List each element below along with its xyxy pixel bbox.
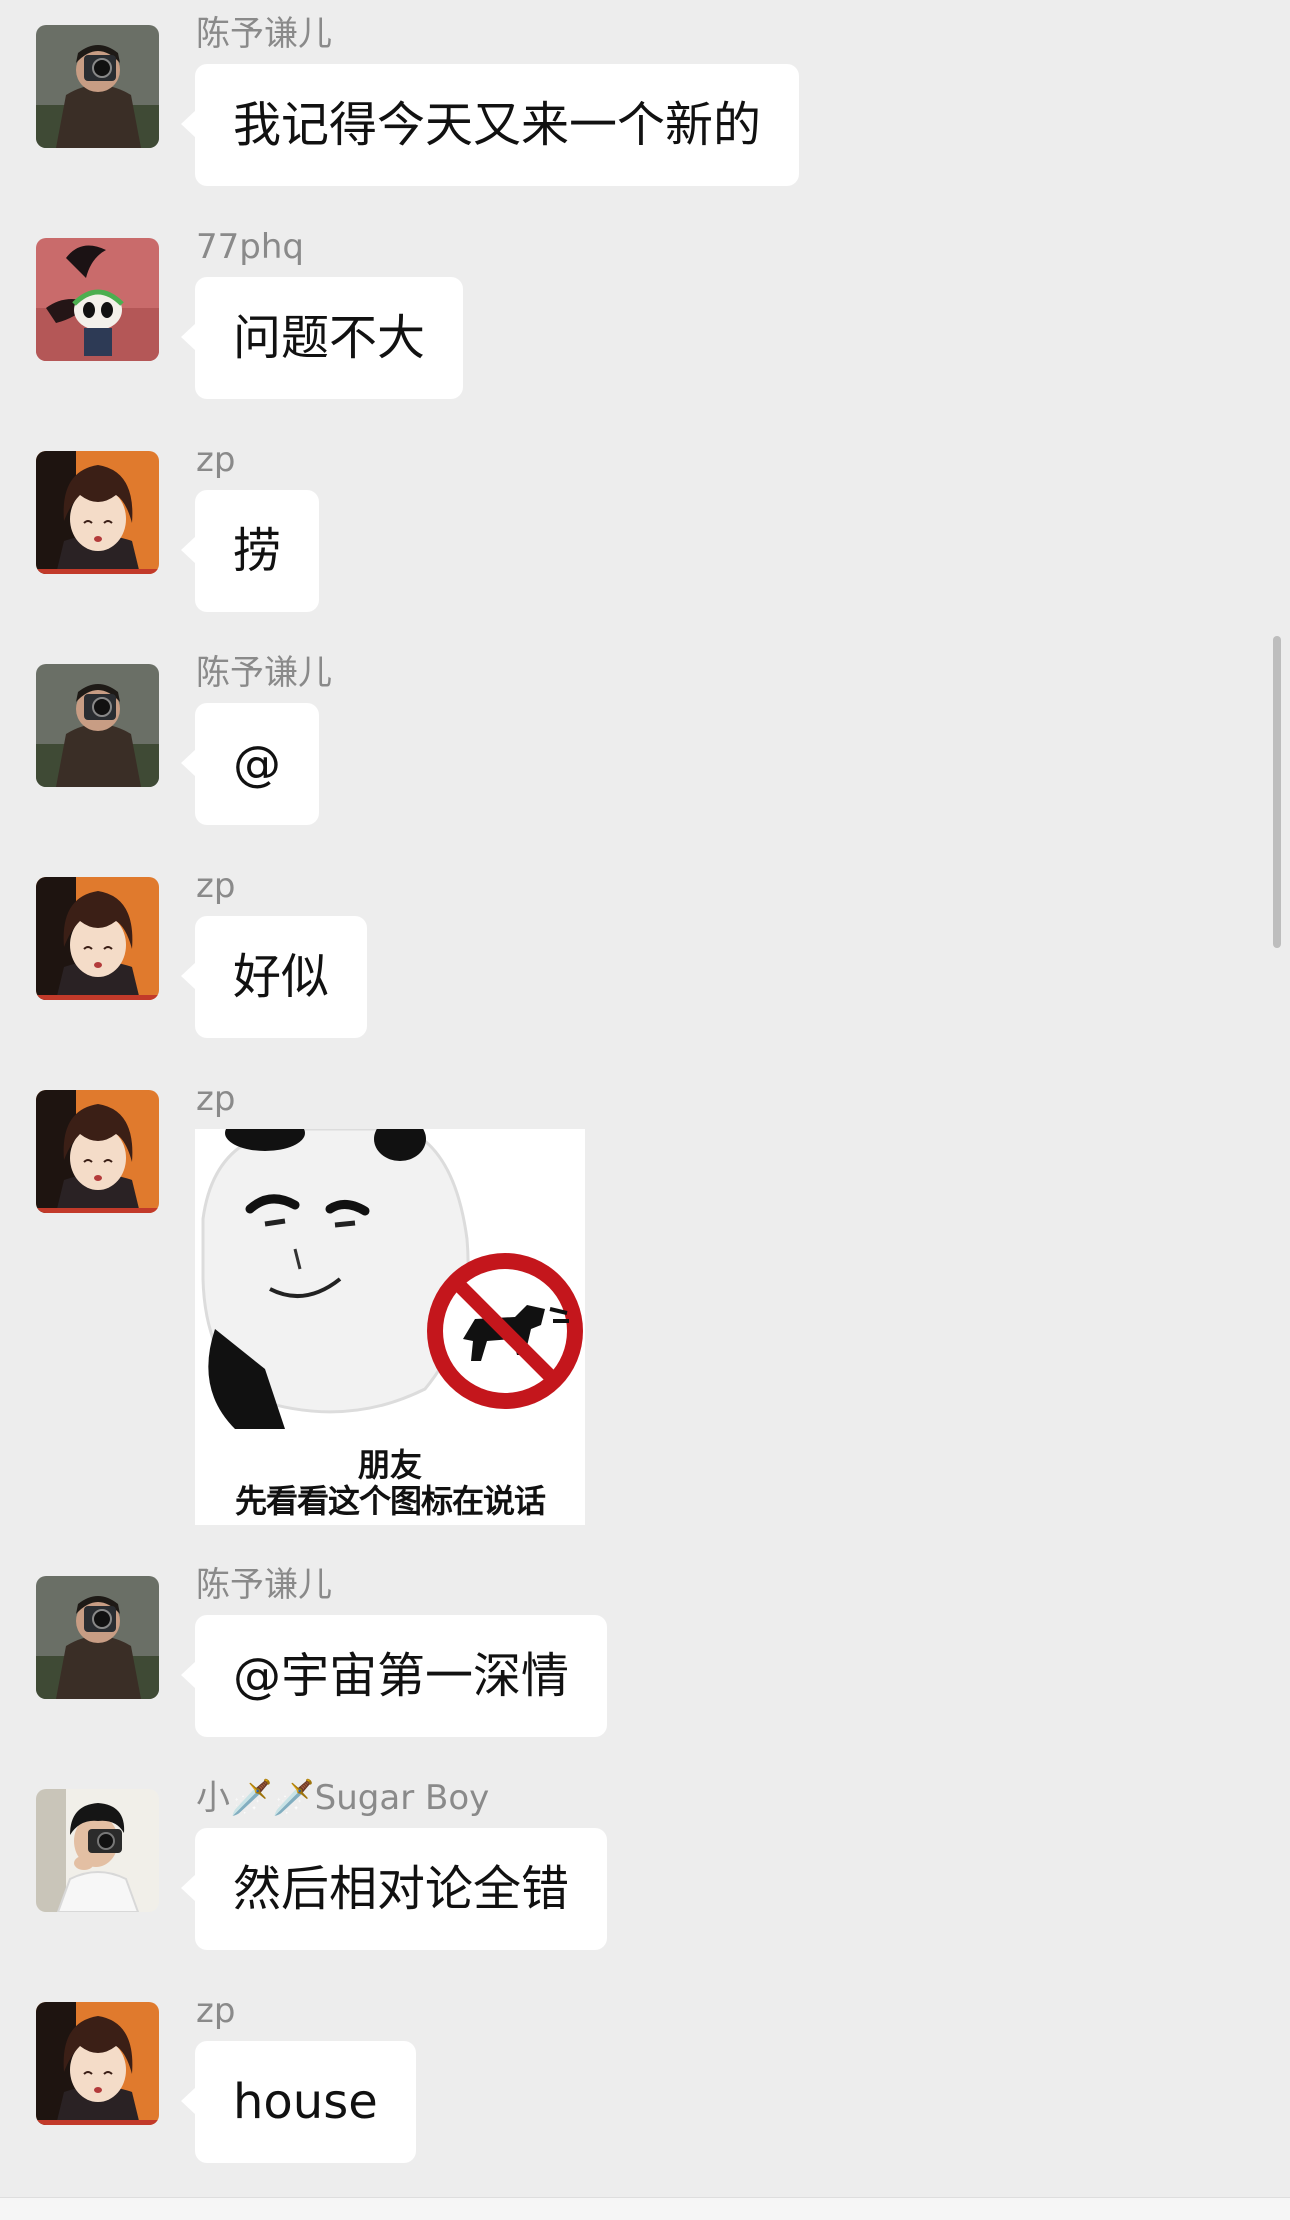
message-bubble[interactable]: 问题不大 [180,277,464,399]
message-bubble[interactable]: @宇宙第一深情 [180,1615,608,1737]
avatar[interactable] [36,1576,159,1699]
sender-name: zp [196,1079,236,1119]
sender-name: 陈予谦儿 [196,1565,332,1605]
sender-name: zp [196,866,236,906]
chat-message-list[interactable]: 陈予谦儿 我记得今天又来一个新的 77phq 问题不大 zp 捞 陈予谦儿 @ … [0,0,1290,2220]
avatar[interactable] [36,877,159,1000]
avatar[interactable] [36,664,159,787]
sender-name: 陈予谦儿 [196,14,332,54]
message-bubble[interactable]: 我记得今天又来一个新的 [180,64,800,186]
avatar[interactable] [36,25,159,148]
avatar[interactable] [36,1789,159,1912]
sender-name: 小🗡️🗡️Sugar Boy [196,1778,490,1818]
input-bar-edge [0,2197,1290,2220]
sticker-caption: 朋友 [357,1446,422,1484]
message-bubble[interactable]: 然后相对论全错 [180,1828,608,1950]
avatar[interactable] [36,2002,159,2125]
sender-name: zp [196,1991,236,2031]
avatar[interactable] [36,1090,159,1213]
avatar[interactable] [36,451,159,574]
message-bubble[interactable]: 捞 [180,490,320,612]
sender-name: 陈予谦儿 [196,653,332,693]
message-bubble[interactable]: house [181,2041,416,2163]
sticker-image[interactable]: 朋友 先看看这个图标在说话 [195,1129,585,1525]
avatar[interactable] [36,238,159,361]
scrollbar[interactable] [1273,636,1281,948]
message-bubble[interactable]: 好似 [180,916,368,1038]
sender-name: 77phq [196,227,304,267]
sticker-caption: 先看看这个图标在说话 [234,1482,546,1520]
message-bubble[interactable]: @ [181,703,319,825]
sender-name: zp [196,440,236,480]
